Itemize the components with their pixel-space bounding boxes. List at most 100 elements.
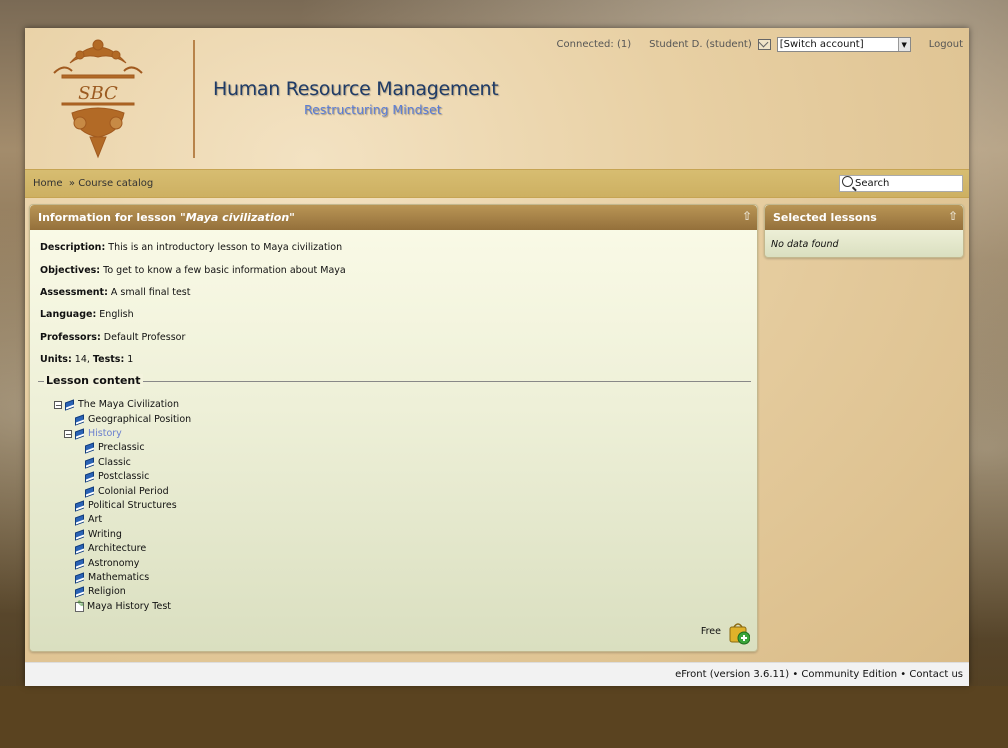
book-icon bbox=[75, 429, 85, 439]
tree-item-label[interactable]: Mathematics bbox=[88, 572, 149, 583]
tree-item[interactable]: Astronomy bbox=[75, 558, 139, 569]
tree-item[interactable]: Geographical Position bbox=[75, 414, 191, 425]
footer-contact[interactable]: Contact us bbox=[909, 669, 963, 680]
no-data-message: No data found bbox=[771, 239, 839, 250]
objectives-label: Objectives bbox=[40, 265, 97, 276]
assessment-value: A small final test bbox=[110, 287, 191, 298]
lesson-info-title-prefix: Information for lesson bbox=[38, 211, 177, 224]
footer-text: eFront (version 3.6.11) • Community Edit… bbox=[675, 669, 963, 680]
tree-item-label[interactable]: Maya History Test bbox=[87, 601, 171, 612]
book-icon bbox=[65, 400, 75, 410]
tree-item[interactable]: Colonial Period bbox=[85, 486, 169, 497]
book-icon bbox=[75, 501, 85, 511]
selected-lessons-panel: Selected lessons ⇧ No data found bbox=[764, 204, 964, 258]
breadcrumb-course-catalog[interactable]: Course catalog bbox=[78, 178, 153, 189]
user-name[interactable]: Student D. (student) bbox=[649, 39, 752, 50]
breadcrumb-separator: » bbox=[68, 178, 76, 189]
add-to-cart-icon[interactable] bbox=[728, 621, 750, 645]
tree-item[interactable]: − The Maya Civilization bbox=[54, 399, 179, 410]
top-bar: Connected: (1) Student D. (student) [Swi… bbox=[557, 37, 963, 52]
book-icon bbox=[75, 559, 85, 569]
tree-item[interactable]: − History bbox=[64, 428, 122, 439]
page-container: SBC Human Resource Management Restructur… bbox=[25, 28, 969, 685]
book-icon bbox=[75, 587, 85, 597]
logo-text: SBC bbox=[78, 83, 118, 104]
switch-account-value: [Switch account] bbox=[779, 39, 864, 50]
book-icon bbox=[75, 530, 85, 540]
tree-item-label[interactable]: Preclassic bbox=[98, 442, 145, 453]
tree-item-label[interactable]: Geographical Position bbox=[88, 414, 191, 425]
tree-item[interactable]: Maya History Test bbox=[75, 600, 171, 612]
mail-icon[interactable] bbox=[757, 39, 771, 50]
tree-item[interactable]: Mathematics bbox=[75, 572, 149, 583]
book-icon bbox=[75, 415, 85, 425]
tests-label: Tests bbox=[92, 354, 121, 365]
collapse-icon[interactable]: − bbox=[64, 429, 72, 438]
navigation-bar: Home » Course catalog Search bbox=[25, 169, 969, 198]
collapse-arrow-icon[interactable]: ⇧ bbox=[947, 209, 959, 223]
tree-item[interactable]: Postclassic bbox=[85, 471, 149, 482]
language-row: Language: English bbox=[40, 309, 134, 320]
description-label: Description bbox=[40, 242, 102, 253]
tree-item-label[interactable]: Astronomy bbox=[88, 558, 139, 569]
tree-item-label[interactable]: Art bbox=[88, 514, 102, 525]
tree-item-label[interactable]: Postclassic bbox=[98, 471, 149, 482]
logo-divider bbox=[193, 40, 195, 158]
tree-item[interactable]: Preclassic bbox=[85, 442, 145, 453]
lesson-content-divider bbox=[38, 381, 751, 382]
book-icon bbox=[75, 573, 85, 583]
tree-item[interactable]: Writing bbox=[75, 529, 122, 540]
units-label: Units bbox=[40, 354, 68, 365]
tree-item[interactable]: Political Structures bbox=[75, 500, 177, 511]
assessment-label: Assessment bbox=[40, 287, 105, 298]
test-icon bbox=[75, 600, 85, 612]
footer-edition[interactable]: Community Edition bbox=[801, 669, 897, 680]
book-icon bbox=[85, 443, 95, 453]
book-icon bbox=[85, 472, 95, 482]
breadcrumb-home[interactable]: Home bbox=[33, 178, 63, 189]
search-label: Search bbox=[855, 178, 890, 189]
units-tests-row: Units: 14, Tests: 1 bbox=[40, 354, 134, 365]
site-title: Human Resource Management bbox=[213, 78, 499, 100]
tree-item-label[interactable]: Political Structures bbox=[88, 500, 177, 511]
switch-account-select[interactable]: [Switch account] ▼ bbox=[776, 37, 911, 52]
units-value: 14 bbox=[74, 354, 87, 365]
connected-count: Connected: (1) bbox=[556, 39, 632, 50]
collapse-icon[interactable]: − bbox=[54, 400, 62, 409]
selected-lessons-header: Selected lessons ⇧ bbox=[765, 205, 963, 230]
tree-item-label[interactable]: Architecture bbox=[88, 543, 146, 554]
footer-version[interactable]: eFront (version 3.6.11) bbox=[675, 669, 789, 680]
tree-item-label[interactable]: The Maya Civilization bbox=[78, 399, 179, 410]
tree-item-label[interactable]: History bbox=[88, 428, 122, 439]
footer-separator: • bbox=[900, 669, 907, 680]
footer: eFront (version 3.6.11) • Community Edit… bbox=[25, 662, 969, 686]
book-icon bbox=[85, 458, 95, 468]
language-value: English bbox=[99, 309, 134, 320]
tests-value: 1 bbox=[127, 354, 134, 365]
tree-item-label[interactable]: Writing bbox=[88, 529, 122, 540]
collapse-arrow-icon[interactable]: ⇧ bbox=[741, 209, 753, 223]
price-label: Free bbox=[700, 626, 721, 637]
logout-link[interactable]: Logout bbox=[929, 39, 963, 50]
assessment-row: Assessment: A small final test bbox=[40, 287, 191, 298]
description-value: This is an introductory lesson to Maya c… bbox=[108, 242, 343, 253]
professors-row: Professors: Default Professor bbox=[40, 332, 186, 343]
selected-lessons-title: Selected lessons bbox=[773, 211, 877, 224]
lesson-info-title-name: "Maya civilization" bbox=[179, 211, 295, 224]
objectives-row: Objectives: To get to know a few basic i… bbox=[40, 265, 346, 276]
tree-item-label[interactable]: Religion bbox=[88, 586, 126, 597]
chevron-down-icon[interactable]: ▼ bbox=[897, 38, 910, 51]
search-input[interactable]: Search bbox=[839, 175, 963, 192]
tree-item[interactable]: Religion bbox=[75, 586, 126, 597]
book-icon bbox=[75, 544, 85, 554]
tree-item-label[interactable]: Classic bbox=[98, 457, 131, 468]
breadcrumb: Home » Course catalog bbox=[33, 178, 153, 189]
tree-item[interactable]: Classic bbox=[85, 457, 131, 468]
lesson-info-panel: Information for lesson "Maya civilizatio… bbox=[29, 204, 758, 652]
search-icon bbox=[842, 176, 853, 187]
tree-item[interactable]: Architecture bbox=[75, 543, 146, 554]
tree-item[interactable]: Art bbox=[75, 514, 102, 525]
book-icon bbox=[85, 487, 95, 497]
lesson-content-title: Lesson content bbox=[44, 374, 143, 387]
tree-item-label[interactable]: Colonial Period bbox=[98, 486, 169, 497]
